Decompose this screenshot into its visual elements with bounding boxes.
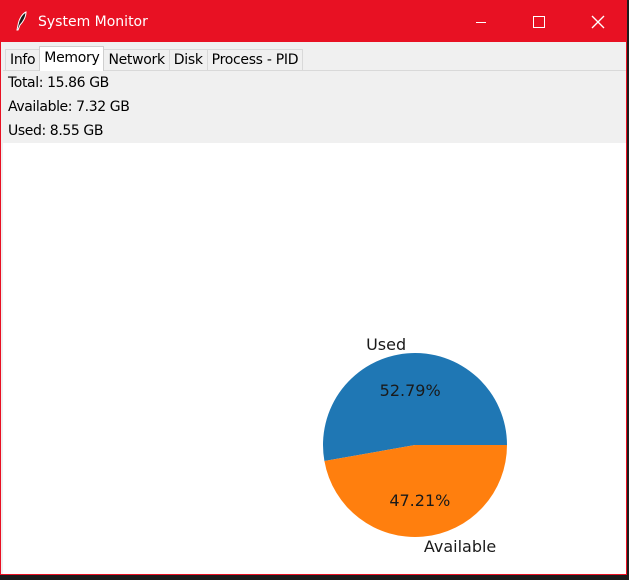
- window-title: System Monitor: [38, 14, 148, 30]
- tab-memory[interactable]: Memory: [39, 46, 105, 71]
- memory-available-label: Available: 7.32 GB: [8, 99, 130, 115]
- memory-used-label: Used: 8.55 GB: [8, 123, 104, 139]
- tab-info[interactable]: Info: [5, 49, 41, 71]
- app-window: System Monitor Info Memory Network Disk …: [0, 0, 627, 575]
- memory-pie-chart: 52.79% Used 47.21% Available: [322, 335, 507, 556]
- minimize-button[interactable]: [452, 1, 510, 42]
- pie-value-label-available: 47.21%: [389, 491, 450, 510]
- close-button[interactable]: [569, 1, 627, 42]
- pie-category-label-used: Used: [366, 335, 406, 354]
- tab-network[interactable]: Network: [103, 49, 170, 71]
- pie-slice-used: [322, 353, 507, 462]
- feather-icon: [16, 11, 27, 31]
- maximize-button[interactable]: [510, 1, 568, 42]
- title-bar[interactable]: System Monitor: [1, 1, 626, 42]
- minimize-icon: [476, 21, 486, 23]
- tab-bar: Info Memory Network Disk Process - PID: [5, 46, 304, 71]
- pie-category-label-available: Available: [424, 537, 496, 556]
- tab-process-pid[interactable]: Process - PID: [206, 49, 304, 71]
- tab-disk[interactable]: Disk: [168, 49, 208, 71]
- maximize-icon: [533, 15, 545, 28]
- memory-pie-chart-canvas: 52.79% Used 47.21% Available: [3, 143, 626, 574]
- pie-value-label-used: 52.79%: [380, 381, 441, 400]
- memory-total-label: Total: 15.86 GB: [8, 75, 109, 91]
- memory-info-panel: Total: 15.86 GB Available: 7.32 GB Used:…: [3, 71, 626, 143]
- close-icon: [591, 15, 605, 28]
